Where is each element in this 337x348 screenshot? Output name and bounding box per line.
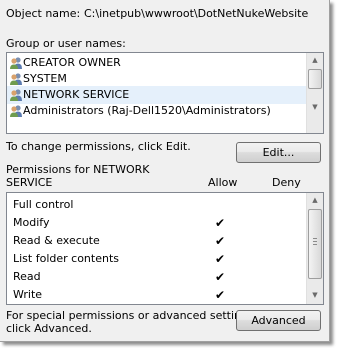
change-permissions-text: To change permissions, click Edit. — [6, 140, 191, 153]
permission-row: Read & execute ✔ — [7, 232, 306, 250]
group-list-scrollbar[interactable]: ▲ ▼ — [306, 53, 323, 133]
special-permissions-text-line1: For special permissions or advanced sett… — [6, 309, 258, 322]
permission-name: Write — [13, 288, 43, 301]
permission-name: List folder contents — [13, 252, 119, 265]
user-group-icon — [10, 57, 22, 69]
scroll-down-arrow-icon[interactable]: ▼ — [307, 288, 323, 303]
permissions-title-line1: Permissions for NETWORK — [6, 163, 150, 176]
advanced-button[interactable]: Advanced — [236, 310, 321, 331]
allow-check-icon[interactable]: ✔ — [215, 250, 225, 268]
scrollbar-thumb[interactable] — [308, 69, 322, 89]
user-group-icon — [10, 89, 22, 101]
permission-row: Write ✔ — [7, 286, 306, 304]
scroll-down-arrow-icon[interactable]: ▼ — [307, 100, 323, 115]
permissions-list-scrollbar[interactable]: ▲ ▼ — [306, 193, 323, 304]
permission-row: Modify ✔ — [7, 214, 306, 232]
object-name-label: Object name: — [6, 7, 81, 20]
allow-check-icon[interactable]: ✔ — [215, 286, 225, 304]
scroll-up-arrow-icon[interactable]: ▲ — [307, 53, 323, 68]
allow-check-icon[interactable]: ✔ — [215, 214, 225, 232]
object-name-value: C:\inetpub\wwwroot\DotNetNukeWebsite — [84, 7, 309, 20]
permission-name: Full control — [13, 198, 74, 211]
permission-name: Read — [13, 270, 41, 283]
permission-name: Read & execute — [13, 234, 100, 247]
allow-check-icon[interactable]: ✔ — [215, 268, 225, 286]
permission-row: List folder contents ✔ — [7, 250, 306, 268]
group-user-item[interactable]: Administrators (Raj-Dell1520\Administrat… — [7, 102, 306, 120]
allow-check-icon[interactable]: ✔ — [215, 232, 225, 250]
allow-column-header: Allow — [208, 176, 238, 189]
user-group-icon — [10, 105, 22, 117]
scroll-up-arrow-icon[interactable]: ▲ — [307, 193, 323, 208]
user-group-icon — [10, 73, 22, 85]
special-permissions-text-line2: click Advanced. — [6, 322, 92, 335]
permission-row: Read ✔ — [7, 268, 306, 286]
group-user-name: Administrators (Raj-Dell1520\Administrat… — [23, 104, 271, 117]
scrollbar-thumb[interactable] — [308, 209, 322, 279]
edit-button[interactable]: Edit... — [236, 142, 321, 163]
deny-column-header: Deny — [272, 176, 301, 189]
group-user-list[interactable]: CREATOR OWNER SYSTEM NETWORK SERVICE Admini… — [6, 52, 324, 134]
group-user-names-label: Group or user names: — [6, 37, 126, 50]
permissions-list[interactable]: Full control Modify ✔ Read & execute ✔ List f… — [6, 192, 324, 305]
security-dialog-panel: Object name: C:\inetpub\wwwroot\DotNetNu… — [0, 0, 330, 342]
permission-row: Full control — [7, 196, 306, 214]
permission-name: Modify — [13, 216, 50, 229]
permissions-title-line2: SERVICE — [6, 176, 53, 189]
